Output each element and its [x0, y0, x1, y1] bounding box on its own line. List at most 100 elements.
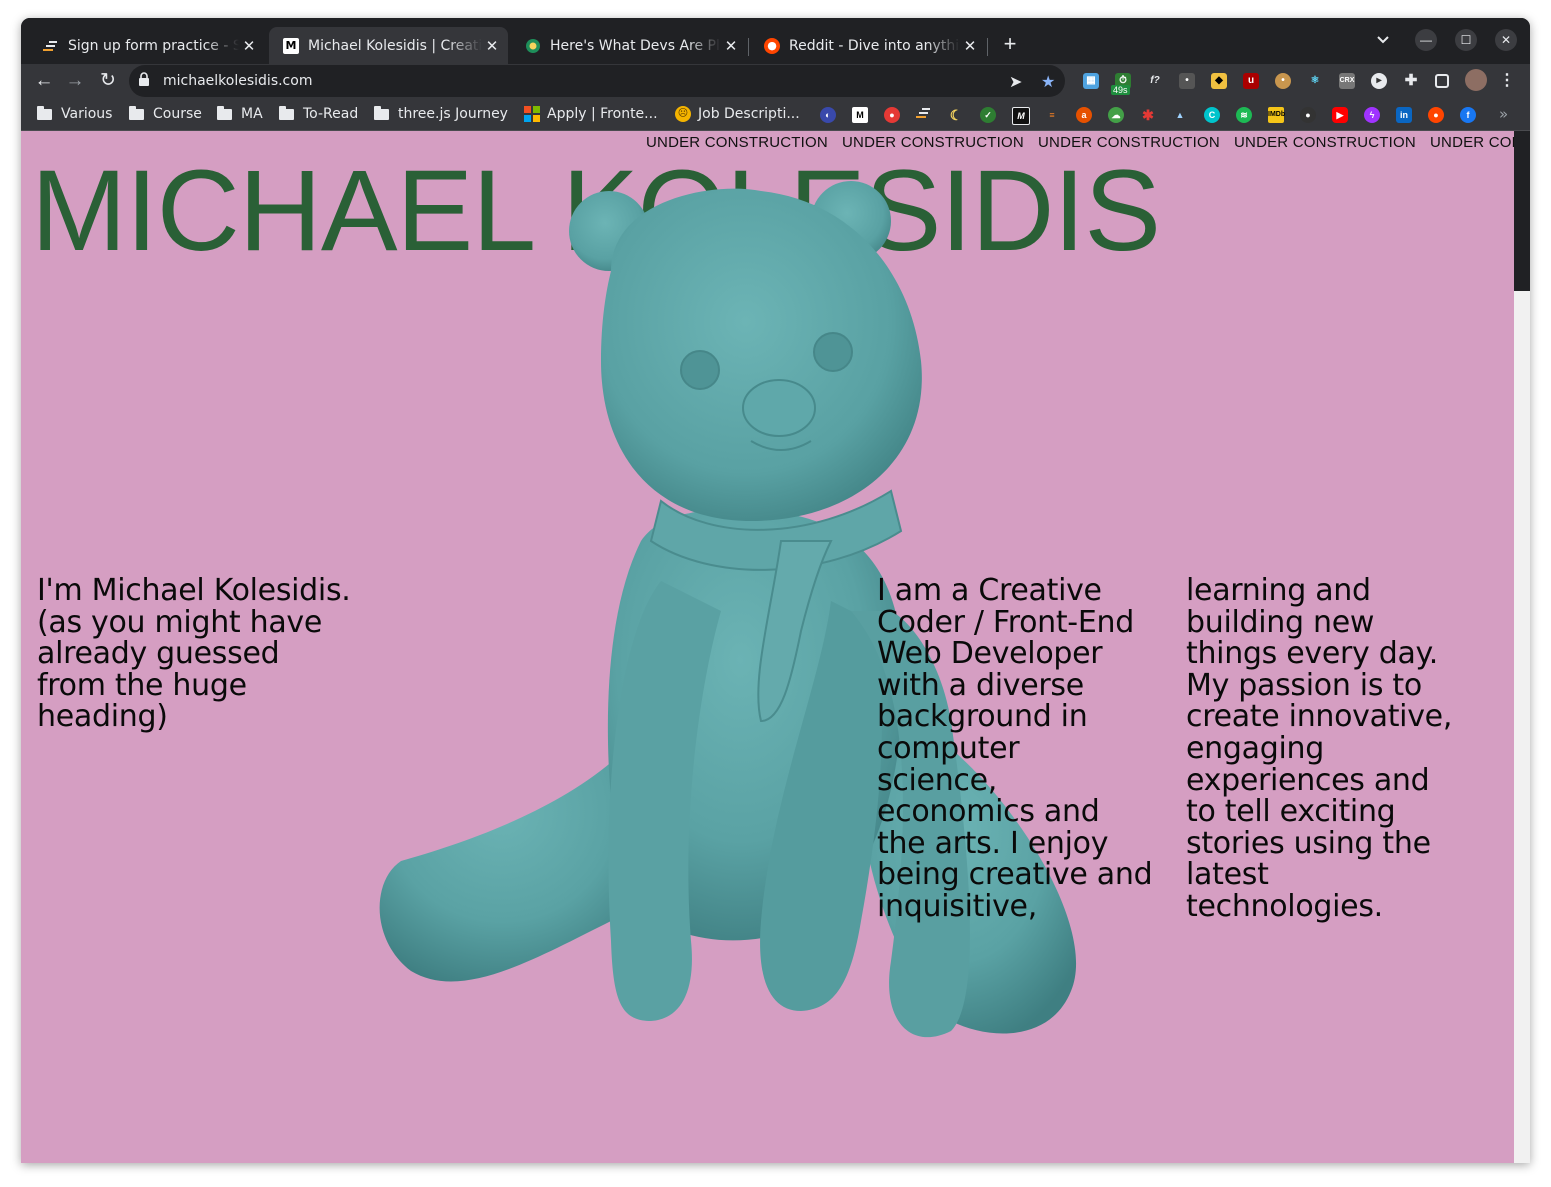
bookmark-figure-icon[interactable]: ✱ [1140, 107, 1156, 123]
bookmark-spotify-icon[interactable]: ≋ [1236, 107, 1252, 123]
bookmark-icon[interactable]: ▲ [1172, 107, 1188, 123]
reload-icon[interactable]: ↻ [95, 68, 121, 94]
more-bookmarks-chevron-icon[interactable]: » [1499, 104, 1508, 124]
tab-reddit[interactable]: ● Reddit - Dive into anything ✕ [750, 27, 986, 64]
tab-close-icon[interactable]: ✕ [960, 37, 980, 55]
about-line: create innovative, [1186, 699, 1453, 735]
about-line: latest [1186, 857, 1269, 893]
about-column-2: learning and building new things every d… [1186, 575, 1452, 923]
crx-extension-icon[interactable]: CRX [1339, 73, 1355, 89]
tab-search-chevron-icon[interactable] [1376, 33, 1390, 50]
maximize-button[interactable]: ☐ [1455, 29, 1477, 51]
microsoft-icon [524, 106, 540, 122]
folder-icon [374, 105, 389, 120]
bookmark-youtube-icon[interactable]: ▶ [1332, 107, 1348, 123]
reddit-icon: ● [764, 37, 780, 54]
about-line: science, [877, 762, 998, 798]
bookmark-label: MA [241, 106, 263, 122]
about-column-1: I am a Creative Coder / Front-End Web De… [877, 573, 1153, 923]
tab-separator [987, 38, 988, 56]
extension-badge: 49s [1111, 85, 1130, 95]
bookmark-medium-icon[interactable]: M [1012, 107, 1030, 125]
about-line: economics and [877, 794, 1100, 830]
bookmark-m-icon[interactable]: M [852, 107, 868, 123]
cookie-icon[interactable]: • [1275, 73, 1291, 89]
bookmark-to-read[interactable]: To-Read [279, 104, 358, 124]
about-line: building new [1186, 604, 1375, 640]
url-text: michaelkolesidis.com [163, 73, 313, 89]
back-arrow-icon[interactable]: ← [31, 68, 57, 94]
send-tab-icon[interactable]: ➤ [1009, 72, 1022, 91]
side-panel-icon[interactable] [1435, 74, 1449, 88]
about-line: with a diverse [877, 667, 1084, 703]
bookmark-course[interactable]: Course [129, 104, 202, 124]
puzzle-extensions-icon[interactable]: ✚ [1403, 73, 1419, 89]
ublock-icon[interactable]: u [1243, 73, 1259, 89]
forward-arrow-icon[interactable]: → [62, 68, 88, 94]
folder-icon [129, 105, 144, 120]
tab-separator [748, 38, 749, 56]
bookmark-stackoverflow-icon[interactable]: ≡ [1044, 107, 1060, 123]
tab-close-icon[interactable]: ✕ [721, 37, 741, 55]
folder-icon [279, 105, 294, 120]
tab-devs-planning[interactable]: Here's What Devs Are Planning ✕ [511, 27, 747, 64]
font-extension-icon[interactable]: f? [1147, 73, 1163, 89]
tab-close-icon[interactable]: ✕ [482, 37, 502, 55]
bookmark-ask-icon[interactable]: a [1076, 107, 1092, 123]
react-devtools-icon[interactable]: ⚛ [1307, 73, 1323, 89]
scrollbar-thumb[interactable] [1514, 131, 1530, 291]
folder-icon [217, 105, 232, 120]
about-line: experiences and [1186, 762, 1430, 798]
page-viewport: UNDER CONSTRUCTION UNDER CONSTRUCTION UN… [21, 131, 1514, 1163]
cat-extension-icon[interactable]: ◆ [1211, 73, 1227, 89]
bookmark-moon-icon[interactable]: ☾ [948, 107, 964, 123]
extension-icon[interactable]: ▦ [1083, 73, 1099, 89]
bookmark-imdb-icon[interactable]: IMDb [1268, 107, 1285, 123]
about-line: to tell exciting [1186, 794, 1396, 830]
tab-michael-kolesidis[interactable]: M Michael Kolesidis | Creative Coder ✕ [269, 27, 508, 64]
bookmark-reddit-icon[interactable]: ● [1428, 107, 1444, 123]
bookmark-messenger-icon[interactable]: ϟ [1364, 107, 1380, 123]
new-tab-button[interactable]: + [998, 32, 1022, 56]
browser-window: Sign up form practice - Scrimba ✕ M Mich… [21, 18, 1530, 1163]
about-line: I am a Creative [877, 573, 1102, 608]
globe-icon [525, 38, 541, 54]
bookmark-linkedin-icon[interactable]: in [1396, 107, 1412, 123]
bookmark-label: Apply | Fronte... [547, 106, 658, 122]
marquee-item: UNDER CONSTRUCTION [1234, 134, 1416, 151]
toolbar: ← → ↻ michaelkolesidis.com ➤ ★ ▦ ⏱ 49s f… [21, 64, 1530, 99]
about-line: things every day. [1186, 636, 1438, 672]
bookmark-icon[interactable]: ✓ [980, 107, 996, 123]
minimize-button[interactable]: — [1415, 29, 1437, 51]
bookmark-github-icon[interactable]: ● [1300, 107, 1316, 123]
tab-title: Reddit - Dive into anything [789, 37, 960, 54]
bookmark-tomato-icon[interactable]: ● [884, 107, 900, 123]
bookmark-threejs-journey[interactable]: three.js Journey [374, 104, 508, 124]
mouse-extension-icon[interactable]: • [1179, 73, 1195, 89]
bookmark-cloud-icon[interactable]: ☁ [1108, 107, 1124, 123]
bookmark-scrimba-icon[interactable] [916, 107, 932, 123]
intro-line: (as you might have [37, 604, 323, 640]
close-window-button[interactable]: ✕ [1495, 29, 1517, 51]
bookmark-star-icon[interactable]: ★ [1041, 72, 1055, 91]
tab-strip: Sign up form practice - Scrimba ✕ M Mich… [21, 18, 1530, 64]
tab-scrimba[interactable]: Sign up form practice - Scrimba ✕ [29, 27, 265, 64]
bookmark-apply-frontend[interactable]: Apply | Fronte... [524, 104, 658, 124]
bookmark-canva-icon[interactable]: C [1204, 107, 1220, 123]
extension-icon[interactable]: ▸ [1371, 73, 1387, 89]
bookmark-ma[interactable]: MA [217, 104, 263, 124]
tab-close-icon[interactable]: ✕ [239, 37, 259, 55]
bookmark-job-description[interactable]: ☹ Job Descripti... [675, 104, 800, 124]
page-scrollbar[interactable] [1514, 131, 1530, 1163]
avatar[interactable] [1465, 69, 1487, 91]
bookmark-various[interactable]: Various [37, 104, 112, 124]
intro-line: from the huge [37, 667, 247, 703]
bookmark-facebook-icon[interactable]: f [1460, 107, 1476, 123]
bookmark-label: To-Read [303, 106, 359, 122]
bookmark-icon[interactable]: ◐ [820, 107, 836, 123]
about-line: Coder / Front-End [877, 604, 1134, 640]
bookmark-label: three.js Journey [398, 106, 508, 122]
menu-dots-icon[interactable]: ⋮ [1499, 73, 1515, 89]
address-bar[interactable]: michaelkolesidis.com ➤ ★ [129, 65, 1065, 97]
about-line: background in [877, 699, 1088, 735]
